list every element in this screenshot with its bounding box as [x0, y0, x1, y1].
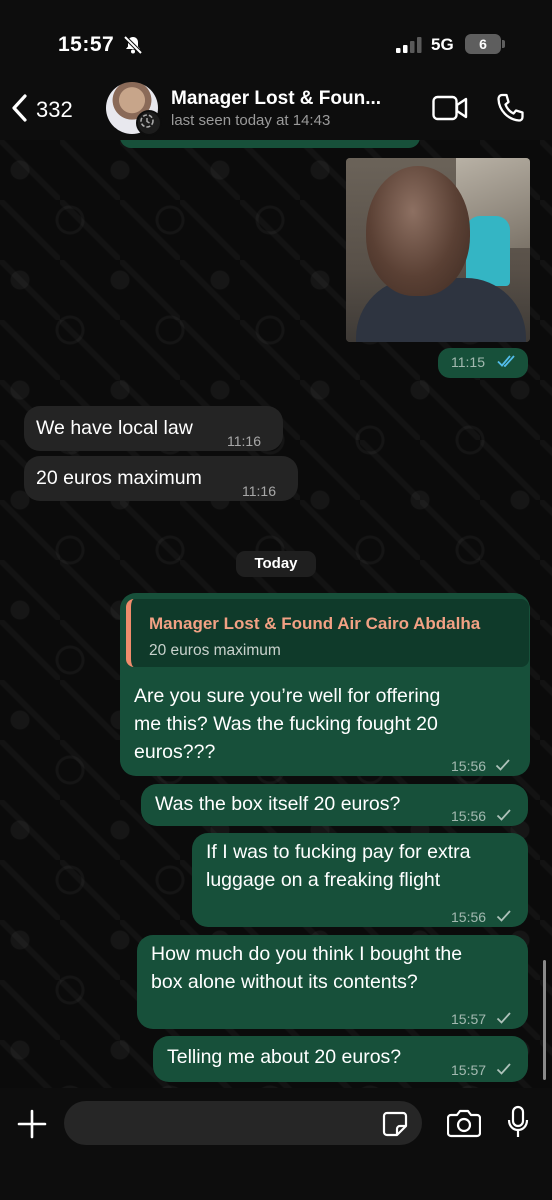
video-call-icon[interactable] [432, 95, 468, 126]
message-line: Are you sure you’re well for offering [134, 685, 441, 707]
outgoing-message[interactable]: If I was to fucking pay for extra luggag… [192, 833, 528, 927]
message-text: How much do you think I bought the box a… [151, 940, 462, 996]
check-icon [496, 903, 512, 931]
previous-message-bubble [120, 140, 420, 148]
double-check-icon [497, 353, 519, 374]
contact-last-seen: last seen today at 14:43 [171, 112, 331, 129]
message-time: 11:16 [227, 433, 261, 449]
back-chevron-icon [10, 93, 28, 128]
message-time: 11:15 [451, 354, 485, 370]
message-text: If I was to fucking pay for extra luggag… [206, 838, 470, 894]
status-time: 15:57 [58, 33, 115, 56]
chat-header: 332 Manager Lost & Foun... last seen tod… [0, 80, 552, 140]
message-line: euros??? [134, 741, 216, 763]
message-text: We have local law [36, 417, 193, 439]
outgoing-message[interactable]: Telling me about 20 euros? 15:57 [153, 1036, 528, 1082]
message-line: How much do you think I bought the [151, 943, 463, 965]
message-line: luggage on a freaking flight [206, 869, 441, 891]
message-time: 15:57 [451, 1011, 487, 1027]
day-separator: Today [236, 551, 316, 577]
check-icon [496, 1005, 512, 1033]
network-label: 5G [431, 35, 454, 54]
signal-icon [396, 37, 424, 58]
back-button[interactable]: 332 [10, 90, 73, 130]
message-text: Are you sure you’re well for offering me… [134, 682, 440, 766]
quoted-text: 20 euros maximum [149, 642, 281, 659]
incoming-message[interactable]: 20 euros maximum 11:16 [24, 456, 298, 501]
photo-message[interactable] [346, 158, 530, 342]
unread-count: 332 [36, 97, 73, 122]
message-time: 11:16 [242, 483, 276, 499]
quoted-message[interactable]: Manager Lost & Found Air Cairo Abdalha 2… [126, 599, 529, 667]
message-time: 15:56 [451, 758, 487, 774]
message-input-bar [0, 1088, 552, 1200]
message-line: If I was to fucking pay for extra [206, 841, 471, 863]
message-text: Was the box itself 20 euros? [155, 793, 401, 815]
check-icon [495, 752, 511, 780]
battery-indicator: 6 [465, 34, 505, 54]
incoming-message[interactable]: We have local law 11:16 [24, 406, 283, 451]
status-ring-icon [136, 110, 162, 136]
message-text: 20 euros maximum [36, 467, 202, 489]
chat-area[interactable]: 11:15 We have local law 11:16 20 euros m… [0, 140, 552, 1088]
check-icon [496, 802, 512, 830]
camera-icon[interactable] [446, 1108, 482, 1143]
message-time: 15:56 [451, 909, 487, 925]
outgoing-message[interactable]: Was the box itself 20 euros? 15:56 [141, 784, 528, 826]
outgoing-message[interactable]: How much do you think I bought the box a… [137, 935, 528, 1029]
phone-icon[interactable] [496, 93, 524, 128]
outgoing-reply-message[interactable]: Manager Lost & Found Air Cairo Abdalha 2… [120, 593, 530, 776]
message-line: me this? Was the fucking fought 20 [134, 713, 438, 735]
scrollbar[interactable] [543, 960, 546, 1080]
message-time: 15:57 [451, 1062, 487, 1078]
message-time: 15:56 [451, 808, 487, 824]
bell-slash-icon [122, 34, 144, 61]
plus-icon[interactable] [16, 1108, 48, 1145]
message-input[interactable] [64, 1101, 422, 1145]
quoted-sender: Manager Lost & Found Air Cairo Abdalha [149, 614, 481, 633]
contact-name[interactable]: Manager Lost & Foun... [171, 88, 381, 110]
photo-timestamp-chip: 11:15 [438, 348, 528, 378]
microphone-icon[interactable] [506, 1105, 530, 1144]
sticker-icon[interactable] [382, 1111, 408, 1142]
message-text: Telling me about 20 euros? [167, 1046, 402, 1068]
message-line: box alone without its contents? [151, 971, 418, 993]
check-icon [496, 1056, 512, 1084]
status-bar: 15:57 5G 6 [0, 0, 552, 80]
